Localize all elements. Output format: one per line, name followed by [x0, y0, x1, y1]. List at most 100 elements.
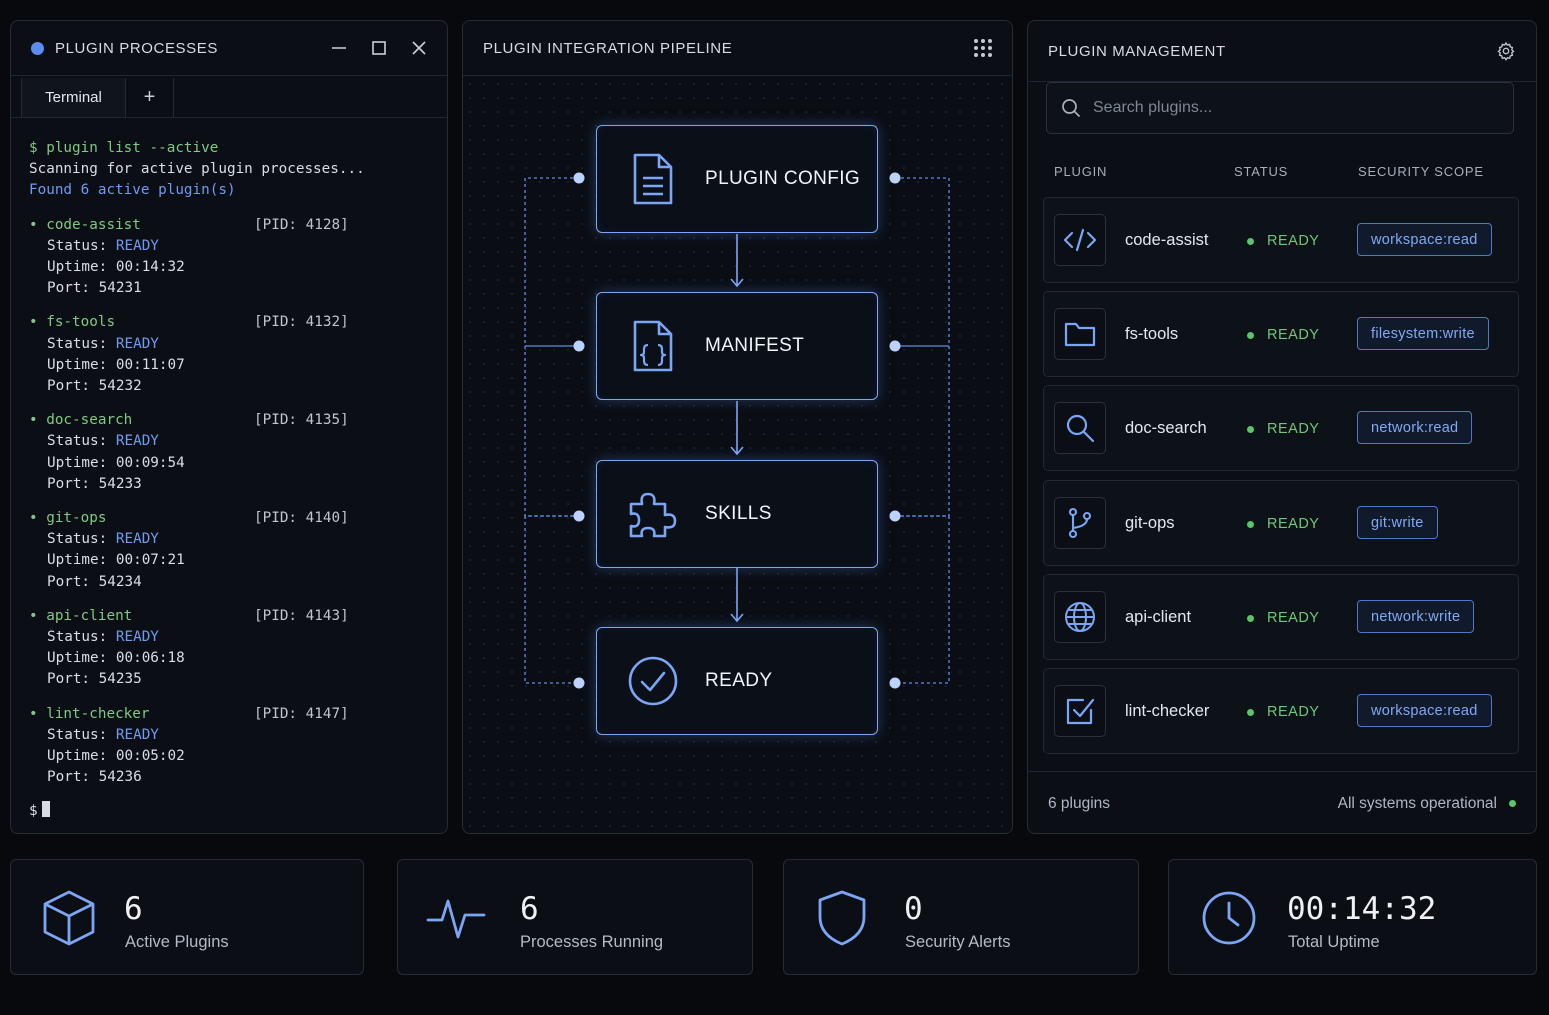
- search-icon: [1054, 402, 1106, 454]
- panel-title: PLUGIN PROCESSES: [55, 39, 218, 57]
- process-uptime: Uptime: 00:05:02: [47, 748, 185, 765]
- close-icon[interactable]: [411, 40, 427, 56]
- system-status: All systems operational: [1338, 795, 1516, 813]
- process-pid: [PID: 4128]: [254, 216, 349, 233]
- process-entry: • lint-checker [PID: 4147] Status: READY Up…: [29, 704, 429, 789]
- process-name: • doc-search: [29, 412, 133, 429]
- folder-icon: [1054, 308, 1106, 360]
- process-uptime: Uptime: 00:11:07: [47, 356, 185, 373]
- stage-skills[interactable]: SKILLS: [596, 460, 878, 568]
- process-status: Status: READY: [47, 335, 159, 352]
- plugin-row-code-assist[interactable]: code-assist READY workspace:read: [1043, 197, 1519, 283]
- stage-label: SKILLS: [705, 503, 772, 524]
- plugin-row-lint-checker[interactable]: lint-checker READY workspace:read: [1043, 668, 1519, 754]
- management-header: PLUGIN MANAGEMENT: [1028, 21, 1536, 82]
- process-status: Status: READY: [47, 629, 159, 646]
- process-status: Status: READY: [47, 237, 159, 254]
- right-connector-1: [895, 177, 950, 347]
- plugin-name: fs-tools: [1125, 325, 1179, 343]
- plugin-name: lint-checker: [1125, 702, 1210, 720]
- plugin-row-doc-search[interactable]: doc-search READY network:read: [1043, 385, 1519, 471]
- process-entry: • api-client [PID: 4143] Status: READY Upti…: [29, 606, 429, 691]
- terminal-header: PLUGIN PROCESSES: [11, 21, 447, 76]
- stage-plugin-config[interactable]: PLUGIN CONFIG: [596, 125, 878, 233]
- json-file-icon: [627, 318, 679, 374]
- maximize-icon[interactable]: [371, 40, 387, 56]
- column-plugin[interactable]: PLUGIN: [1054, 164, 1107, 179]
- minimize-icon[interactable]: [331, 40, 347, 56]
- stat-label: Active Plugins: [125, 933, 229, 951]
- plugin-row-git-ops[interactable]: git-ops READY git:write: [1043, 480, 1519, 566]
- stat-label: Processes Running: [520, 933, 664, 951]
- plugin-management-panel: PLUGIN MANAGEMENT PLUGIN STATUS SECURITY…: [1027, 20, 1537, 834]
- search-input[interactable]: [1093, 99, 1493, 117]
- terminal-output[interactable]: $ plugin list --active Scanning for acti…: [11, 118, 447, 823]
- status-badge: READY: [1247, 421, 1319, 437]
- right-connector-2: [895, 345, 950, 517]
- scope-badge: network:write: [1357, 600, 1475, 633]
- stat-value: 6: [520, 891, 539, 927]
- stat-label: Total Uptime: [1288, 933, 1380, 951]
- process-entry: • doc-search [PID: 4135] Status: READY Upti…: [29, 410, 429, 495]
- plugin-name: code-assist: [1125, 231, 1209, 249]
- stat-value: 0: [904, 891, 923, 927]
- process-name: • git-ops: [29, 510, 107, 527]
- connector-dot: [573, 510, 585, 522]
- process-uptime: Uptime: 00:09:54: [47, 454, 185, 471]
- scope-badge: workspace:read: [1357, 694, 1492, 727]
- scope-badge: workspace:read: [1357, 223, 1492, 256]
- clock-icon: [1199, 888, 1259, 948]
- stat-card-processes-running: 6 Processes Running: [397, 859, 753, 975]
- activity-icon: [426, 888, 486, 948]
- process-entry: • code-assist [PID: 4128] Status: READY Upt…: [29, 215, 429, 300]
- cube-icon: [39, 888, 99, 948]
- connector-dot: [889, 677, 901, 689]
- scope-badge: network:read: [1357, 411, 1473, 444]
- search-box[interactable]: [1046, 82, 1514, 134]
- left-connector-3: [524, 515, 579, 684]
- process-pid: [PID: 4132]: [254, 314, 349, 331]
- plugin-count: 6 plugins: [1048, 794, 1111, 812]
- stage-ready[interactable]: READY: [596, 627, 878, 735]
- code-icon: [1054, 214, 1106, 266]
- column-status[interactable]: STATUS: [1234, 164, 1288, 179]
- status-badge: READY: [1247, 233, 1319, 249]
- stat-card-security-alerts: 0 Security Alerts: [783, 859, 1139, 975]
- process-port: Port: 54235: [47, 671, 142, 688]
- right-connector-3: [895, 515, 950, 684]
- stage-label: MANIFEST: [705, 335, 805, 356]
- stat-card-total-uptime: 00:14:32 Total Uptime: [1168, 859, 1537, 975]
- process-uptime: Uptime: 00:06:18: [47, 650, 185, 667]
- pipeline-panel: PLUGIN INTEGRATION PIPELINE PLUGIN CONFI…: [462, 20, 1013, 834]
- left-connector-2: [524, 345, 579, 517]
- check-circle-icon: [627, 653, 679, 709]
- stat-card-active-plugins: 6 Active Plugins: [10, 859, 364, 975]
- stage-label: READY: [705, 670, 773, 691]
- scope-badge: filesystem:write: [1357, 317, 1489, 350]
- stage-label: PLUGIN CONFIG: [705, 168, 861, 189]
- gear-icon[interactable]: [1496, 41, 1516, 61]
- process-list: • code-assist [PID: 4128] Status: READY Upt…: [29, 215, 429, 789]
- flow-arrow-2: [730, 401, 744, 456]
- stage-manifest[interactable]: MANIFEST: [596, 292, 878, 400]
- process-status: Status: READY: [47, 531, 159, 548]
- shield-icon: [812, 888, 872, 948]
- connector-dot: [889, 172, 901, 184]
- process-name: • fs-tools: [29, 314, 116, 331]
- file-icon: [627, 151, 679, 207]
- stat-value: 6: [124, 891, 143, 927]
- process-entry: • git-ops [PID: 4140] Status: READY Uptime:…: [29, 508, 429, 593]
- add-tab-button[interactable]: +: [126, 78, 174, 117]
- column-security-scope[interactable]: SECURITY SCOPE: [1358, 164, 1484, 179]
- plugin-row-api-client[interactable]: api-client READY network:write: [1043, 574, 1519, 660]
- process-port: Port: 54232: [47, 378, 142, 395]
- status-badge: READY: [1247, 610, 1319, 626]
- plugin-name: doc-search: [1125, 419, 1207, 437]
- search-icon: [1061, 98, 1081, 118]
- process-status: Status: READY: [47, 433, 159, 450]
- cursor: [41, 801, 50, 818]
- tab-terminal[interactable]: Terminal: [21, 78, 126, 117]
- panel-title: PLUGIN MANAGEMENT: [1048, 42, 1226, 60]
- plugin-row-fs-tools[interactable]: fs-tools READY filesystem:write: [1043, 291, 1519, 377]
- terminal-prompt[interactable]: $: [29, 801, 429, 822]
